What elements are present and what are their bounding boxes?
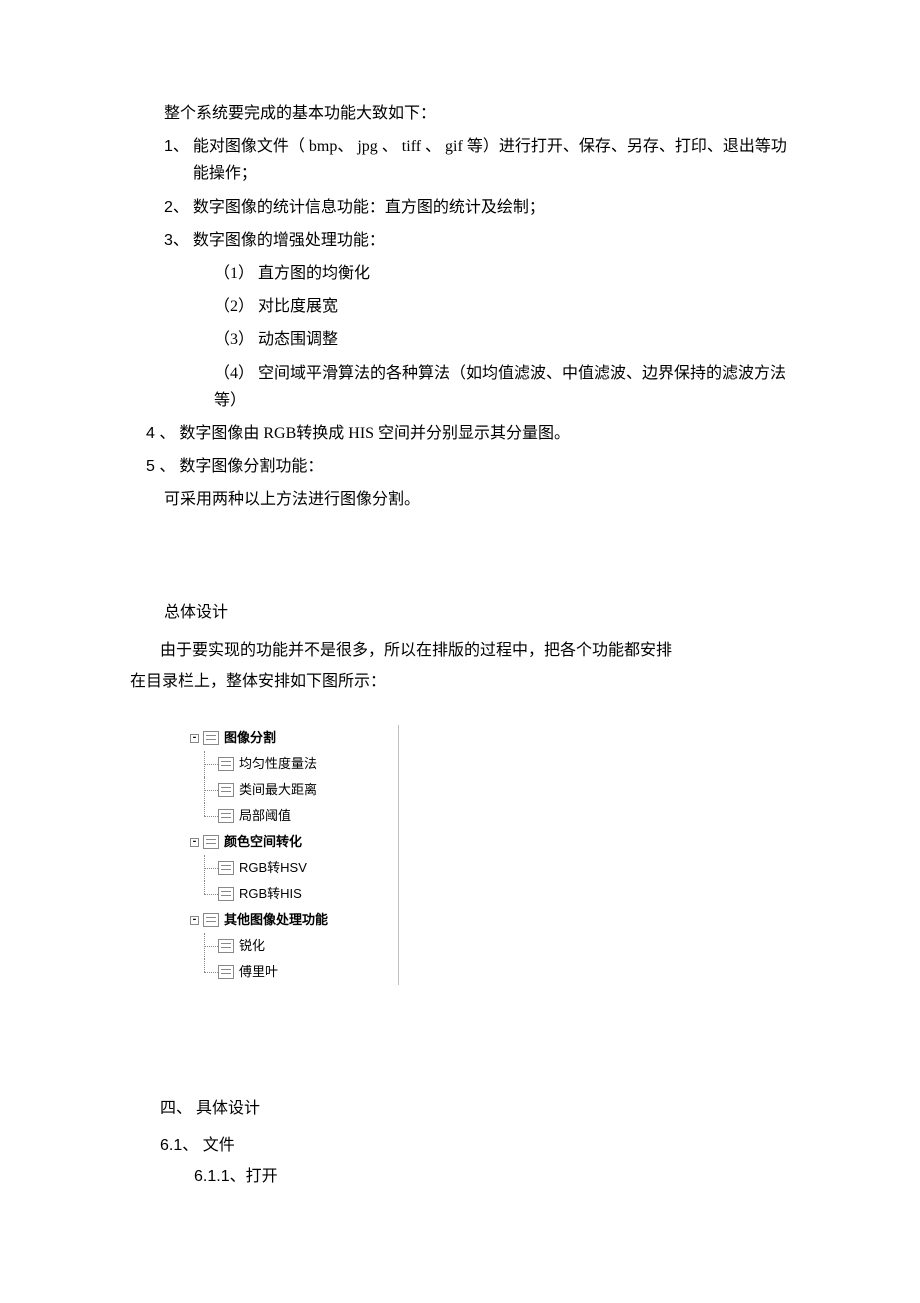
feature-item-3: 3、 数字图像的增强处理功能： [164,227,790,254]
item-number: 5 、 [146,453,175,480]
sub-num: （2） [214,298,254,315]
section-4-title: 四、 具体设计 [160,1095,790,1122]
sub-item-4: （4） 空间域平滑算法的各种算法（如均值滤波、中值滤波、边界保持的滤波方法等） [214,360,790,414]
sub-text: 对比度展宽 [254,298,338,315]
item-icon [218,757,234,771]
tree-label: 图像分割 [224,727,276,749]
menu-tree: - 图像分割 均匀性度量法 类间最大距离 局部阈值 - 颜色空间转化 [190,725,399,985]
feature-item-2: 2、 数字图像的统计信息功能：直方图的统计及绘制； [164,194,790,221]
tree-label: 局部阈值 [239,805,291,827]
sub-item-1: （1） 直方图的均衡化 [214,260,790,287]
tree-label: RGB转HSV [239,857,307,879]
item-text: 数字图像由 RGB转换成 HIS 空间并分别显示其分量图。 [179,420,790,447]
folder-icon [203,731,219,745]
tree-leaf-uniformity[interactable]: 均匀性度量法 [190,751,398,777]
intro-line: 整个系统要完成的基本功能大致如下： [130,100,790,127]
overall-design-title: 总体设计 [130,599,790,626]
tree-label: 均匀性度量法 [239,753,317,775]
sub-feature-list: （1） 直方图的均衡化 （2） 对比度展宽 （3） 动态围调整 （4） 空间域平… [164,260,790,414]
document-page: 整个系统要完成的基本功能大致如下： 1、 能对图像文件（ bmp、 jpg 、 … [0,0,920,1303]
section-6-1-1-title: 6.1.1、打开 [194,1163,790,1190]
collapse-icon[interactable]: - [190,734,199,743]
sub-num: （4） [214,365,254,382]
heading-text: 6.1、 文件 [160,1137,235,1154]
tree-branch-icon [190,881,218,907]
item-icon [218,783,234,797]
overall-para-line2: 在目录栏上，整体安排如下图所示： [130,668,790,695]
feature-item-1: 1、 能对图像文件（ bmp、 jpg 、 tiff 、 gif 等）进行打开、… [164,133,790,187]
feature-item-4: 4 、 数字图像由 RGB转换成 HIS 空间并分别显示其分量图。 [146,420,790,447]
item-text: 数字图像的统计信息功能：直方图的统计及绘制； [193,194,790,221]
after-item5: 可采用两种以上方法进行图像分割。 [130,486,790,513]
folder-icon [203,835,219,849]
sub-item-2: （2） 对比度展宽 [214,293,790,320]
tree-leaf-sharpen[interactable]: 锐化 [190,933,398,959]
tree-branch-icon [190,777,218,803]
collapse-icon[interactable]: - [190,838,199,847]
feature-item-5: 5 、 数字图像分割功能： [146,453,790,480]
section-6-1-title: 6.1、 文件 [160,1132,790,1159]
tree-branch-icon [190,751,218,777]
item-icon [218,965,234,979]
sub-num: （3） [214,331,254,348]
tree-label: RGB转HIS [239,883,302,905]
tree-leaf-rgb2hsv[interactable]: RGB转HSV [190,855,398,881]
item-icon [218,887,234,901]
overall-para-line1: 由于要实现的功能并不是很多，所以在排版的过程中，把各个功能都安排 [130,637,790,664]
item-number: 1、 [164,133,189,187]
heading-text: 6.1.1、打开 [194,1168,278,1185]
collapse-icon[interactable]: - [190,916,199,925]
tree-node-other[interactable]: - 其他图像处理功能 [190,907,398,933]
item-number: 2、 [164,194,189,221]
item-icon [218,809,234,823]
tree-leaf-rgb2his[interactable]: RGB转HIS [190,881,398,907]
tree-leaf-fourier[interactable]: 傅里叶 [190,959,398,985]
sub-num: （1） [214,265,254,282]
item-number: 3、 [164,227,189,254]
tree-node-colorspace[interactable]: - 颜色空间转化 [190,829,398,855]
sub-text: 动态围调整 [254,331,338,348]
sub-text: 直方图的均衡化 [254,265,370,282]
tree-label: 颜色空间转化 [224,831,302,853]
tree-leaf-maxdistance[interactable]: 类间最大距离 [190,777,398,803]
item-text: 数字图像分割功能： [179,453,790,480]
tree-label: 类间最大距离 [239,779,317,801]
tree-label: 锐化 [239,935,265,957]
tree-leaf-localthreshold[interactable]: 局部阈值 [190,803,398,829]
tree-label: 傅里叶 [239,961,278,983]
item-icon [218,939,234,953]
sub-text: 空间域平滑算法的各种算法（如均值滤波、中值滤波、边界保持的滤波方法等） [214,365,786,409]
tree-branch-icon [190,933,218,959]
sub-item-3: （3） 动态围调整 [214,326,790,353]
item-text: 能对图像文件（ bmp、 jpg 、 tiff 、 gif 等）进行打开、保存、… [193,133,790,187]
folder-icon [203,913,219,927]
tree-branch-icon [190,855,218,881]
tree-branch-icon [190,803,218,829]
tree-branch-icon [190,959,218,985]
tree-label: 其他图像处理功能 [224,909,328,931]
item-icon [218,861,234,875]
tree-node-image-segmentation[interactable]: - 图像分割 [190,725,398,751]
item-number: 4 、 [146,420,175,447]
item-text: 数字图像的增强处理功能： [193,227,790,254]
